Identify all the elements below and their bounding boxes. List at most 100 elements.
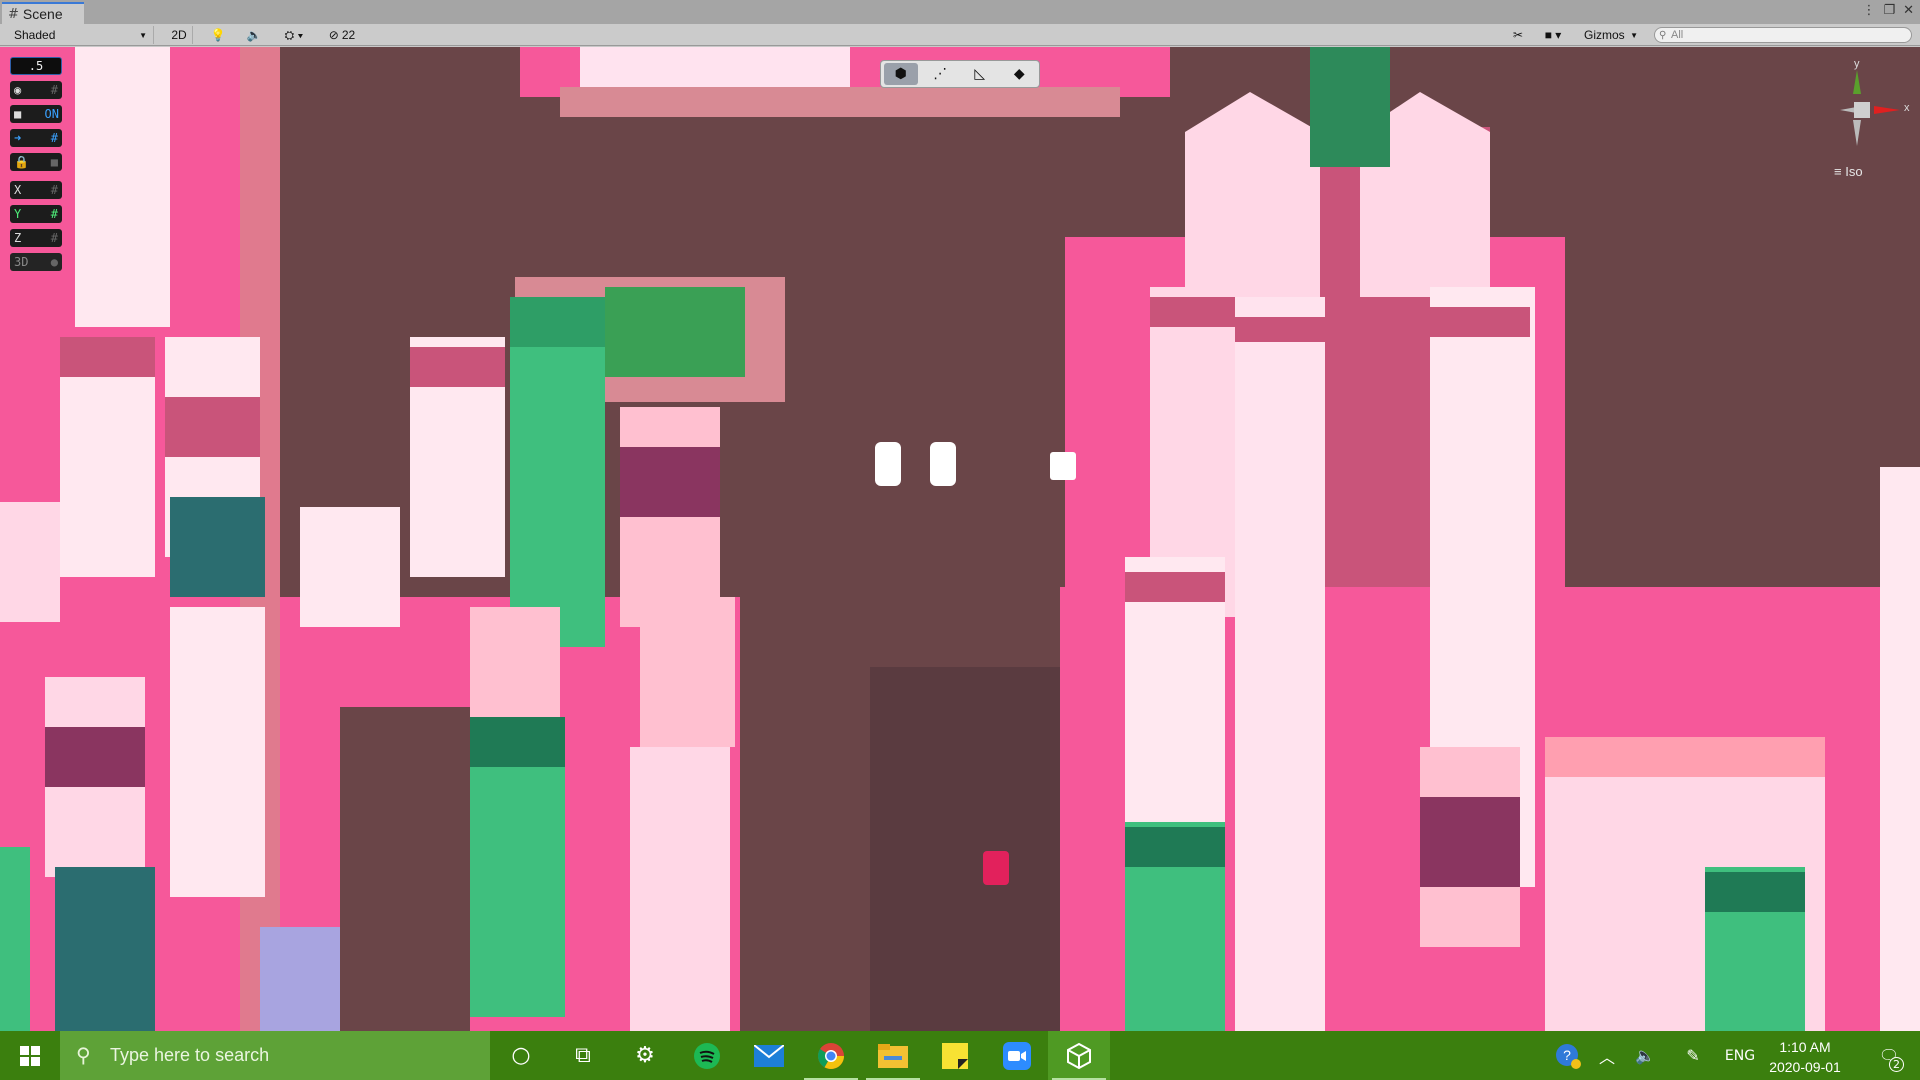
search-icon: ⚲ bbox=[76, 1043, 91, 1067]
search-icon: ⚲ bbox=[1659, 29, 1667, 41]
toggle-icon: ■ bbox=[14, 107, 22, 121]
shading-mode-label: Shaded bbox=[14, 28, 56, 42]
tab-scene-label: Scene bbox=[22, 6, 63, 22]
shading-mode-dropdown[interactable]: Shaded ▼ bbox=[4, 26, 154, 44]
effects-dropdown-icon[interactable]: ⛭ ▾ bbox=[276, 26, 312, 44]
window-controls: ⋮ ❐ ✕ bbox=[1862, 3, 1914, 18]
scene-viewport[interactable]: ⬢ ⋰ ◺ ◆ bbox=[0, 47, 1920, 1031]
snap-toggle-button[interactable]: ■ ON bbox=[10, 105, 62, 123]
orientation-gizmo[interactable]: y x bbox=[1810, 58, 1920, 182]
chevron-down-icon: ▼ bbox=[1630, 30, 1638, 40]
scene-toolbar: Shaded ▼ 2D 💡 🔈 ⛭ ▾ ⊘ 22 ✂ ■ ▾ Gizmos ▼ … bbox=[0, 24, 1920, 46]
sticky-notes-icon[interactable] bbox=[924, 1031, 986, 1080]
2d-toggle-button[interactable]: 2D bbox=[166, 26, 193, 44]
cube-tool-icon[interactable]: ⬢ bbox=[883, 63, 918, 85]
axis-z-button[interactable]: Z # bbox=[10, 229, 62, 247]
clock-time: 1:10 AM bbox=[1779, 1039, 1831, 1055]
volume-icon[interactable]: 🔈 bbox=[1630, 1031, 1660, 1080]
note-icon bbox=[942, 1042, 968, 1069]
language-indicator[interactable]: ENG bbox=[1720, 1031, 1760, 1080]
start-button[interactable] bbox=[0, 1031, 60, 1080]
tools-icon[interactable]: ✂ bbox=[1508, 26, 1528, 44]
taskbar-search-placeholder: Type here to search bbox=[110, 1045, 270, 1065]
lock-grid-button[interactable]: 🔒 ■ bbox=[10, 153, 62, 171]
axis-z-label: Z bbox=[14, 231, 22, 245]
lighting-toggle-icon[interactable]: 💡 bbox=[208, 26, 228, 44]
chevron-down-icon: ▼ bbox=[139, 30, 147, 40]
lock-icon: 🔒 bbox=[14, 155, 29, 169]
clock-date: 2020-09-01 bbox=[1769, 1059, 1841, 1075]
menu-lines-icon: ≡ bbox=[1834, 164, 1842, 179]
spotify-logo-icon bbox=[694, 1042, 720, 1069]
menu-icon[interactable]: ⋮ bbox=[1862, 3, 1875, 18]
cortana-icon[interactable]: ○ bbox=[490, 1031, 552, 1080]
gizmo-x-label: x bbox=[1904, 102, 1910, 114]
unity-logo-icon bbox=[1067, 1042, 1091, 1069]
axis-x-button[interactable]: X # bbox=[10, 181, 62, 199]
projection-toggle[interactable]: ≡ Iso bbox=[1834, 164, 1863, 179]
eye-icon: ◉ bbox=[14, 83, 22, 97]
vertex-tool-icon[interactable]: ⋰ bbox=[923, 63, 957, 85]
sphere-icon: ● bbox=[50, 255, 58, 269]
camera-settings-icon[interactable]: ■ ▾ bbox=[1540, 26, 1566, 44]
axis-x-label: X bbox=[14, 183, 22, 197]
grid-visibility-button[interactable]: ◉ # bbox=[10, 81, 62, 99]
face-tool-icon[interactable]: ◆ bbox=[1002, 63, 1036, 85]
tray-chevron-up-icon[interactable]: ︿ bbox=[1592, 1031, 1622, 1080]
gizmos-dropdown[interactable]: Gizmos ▼ bbox=[1578, 26, 1642, 44]
spotify-icon[interactable] bbox=[676, 1031, 738, 1080]
scene-icon: # bbox=[8, 6, 19, 22]
audio-toggle-icon[interactable]: 🔈 bbox=[244, 26, 264, 44]
windows-taskbar: ⚲ Type here to search ○ ⧉ ⚙ ? ︿ 🔈 ✎ ENG … bbox=[0, 1031, 1920, 1080]
toggle-icon: ■ bbox=[50, 155, 58, 169]
grid-icon: # bbox=[50, 231, 58, 245]
city-scene-render bbox=[0, 47, 1920, 1031]
pen-icon[interactable]: ✎ bbox=[1676, 1031, 1710, 1080]
arrow-right-icon: ➜ bbox=[14, 131, 22, 145]
mail-icon[interactable] bbox=[738, 1031, 800, 1080]
edge-tool-icon[interactable]: ◺ bbox=[963, 63, 997, 85]
push-to-grid-button[interactable]: ➜ # bbox=[10, 129, 62, 147]
grid-icon: # bbox=[50, 183, 58, 197]
gizmos-label: Gizmos bbox=[1584, 28, 1625, 42]
3d-grid-button[interactable]: 3D ● bbox=[10, 253, 62, 271]
grid-icon: # bbox=[50, 83, 58, 97]
task-view-icon[interactable]: ⧉ bbox=[552, 1031, 614, 1080]
svg-text:?: ? bbox=[1563, 1047, 1571, 1063]
hidden-eye-icon: ⊘ bbox=[328, 28, 339, 42]
question-circle-icon: ? bbox=[1556, 1043, 1581, 1069]
folder-icon bbox=[878, 1043, 908, 1068]
notifications-button[interactable]: 🗨 2 bbox=[1866, 1031, 1912, 1080]
gizmo-y-label: y bbox=[1854, 58, 1860, 70]
close-icon[interactable]: ✕ bbox=[1903, 3, 1914, 18]
snap-on-label: ON bbox=[44, 107, 59, 121]
tab-bar: # Scene ⋮ ❐ ✕ bbox=[0, 0, 1920, 24]
taskbar-search-box[interactable]: ⚲ Type here to search bbox=[60, 1031, 490, 1080]
unity-icon[interactable] bbox=[1048, 1031, 1110, 1080]
hidden-objects-button[interactable]: ⊘ 22 bbox=[322, 26, 362, 44]
chrome-logo-icon bbox=[817, 1042, 845, 1069]
clock[interactable]: 1:10 AM 2020-09-01 bbox=[1760, 1037, 1850, 1077]
settings-gear-icon[interactable]: ⚙ bbox=[614, 1031, 676, 1080]
axis-y-button[interactable]: Y # bbox=[10, 205, 62, 223]
hidden-count: 22 bbox=[341, 28, 356, 42]
maximize-icon[interactable]: ❐ bbox=[1883, 3, 1895, 18]
file-explorer-icon[interactable] bbox=[862, 1031, 924, 1080]
search-placeholder: All bbox=[1671, 29, 1684, 41]
axis-y-label: Y bbox=[14, 207, 22, 221]
zoom-icon[interactable] bbox=[986, 1031, 1048, 1080]
projection-label: Iso bbox=[1845, 164, 1863, 179]
3d-label: 3D bbox=[14, 255, 29, 269]
chrome-icon[interactable] bbox=[800, 1031, 862, 1080]
grid-icon: # bbox=[50, 131, 58, 145]
windows-logo-icon bbox=[20, 1045, 40, 1066]
scene-tool-strip: ⬢ ⋰ ◺ ◆ bbox=[880, 60, 1040, 88]
axis-gizmo-icon bbox=[1840, 70, 1900, 146]
envelope-icon bbox=[754, 1044, 784, 1067]
video-camera-icon bbox=[1003, 1041, 1031, 1070]
snap-increment-field[interactable]: .5 bbox=[10, 57, 62, 75]
help-icon[interactable]: ? bbox=[1550, 1031, 1586, 1080]
tab-scene[interactable]: # Scene bbox=[2, 2, 84, 24]
scene-search-input[interactable]: ⚲ All bbox=[1654, 27, 1912, 43]
notification-count: 2 bbox=[1889, 1057, 1904, 1072]
